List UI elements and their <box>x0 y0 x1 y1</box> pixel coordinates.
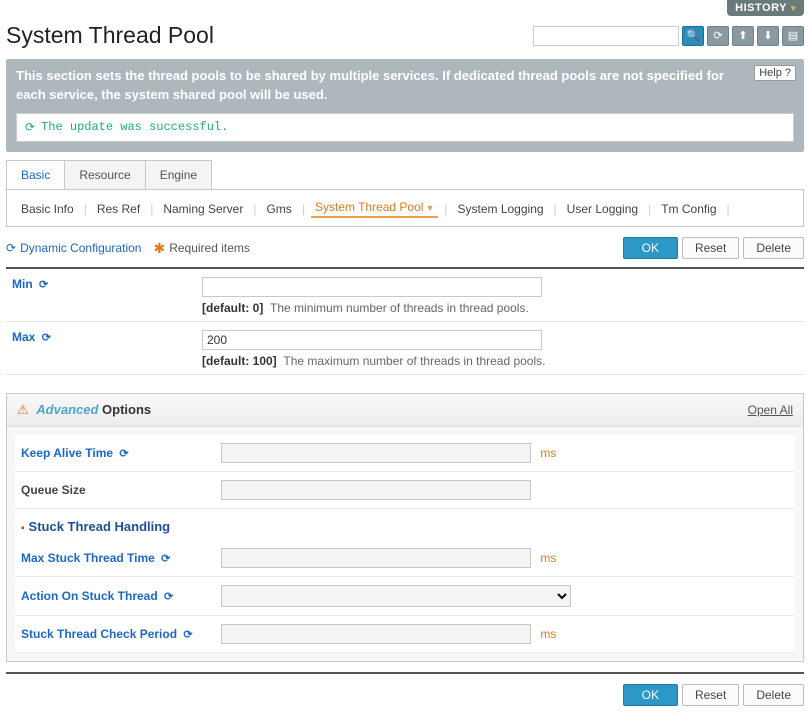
queue-size-input[interactable] <box>221 480 531 500</box>
action-on-stuck-label: Action On Stuck Thread ⟳ <box>15 576 215 615</box>
help-button[interactable]: Help ? <box>754 65 796 81</box>
legend-dynamic: ⟳ Dynamic Configuration <box>6 241 141 255</box>
open-all-link[interactable]: Open All <box>748 403 793 417</box>
subnav-basic-info[interactable]: Basic Info <box>17 202 78 216</box>
history-label: HISTORY <box>735 2 787 14</box>
sub-navigation: Basic Info| Res Ref| Naming Server| Gms|… <box>17 200 793 218</box>
refresh-button[interactable]: ⟳ <box>707 26 729 46</box>
advanced-options-panel: ⚠ Advanced Options Open All Keep Alive T… <box>6 393 804 662</box>
import-xml-button[interactable]: ⬇ <box>757 26 779 46</box>
section-marker-icon: ▪ <box>21 523 25 534</box>
delete-button-footer[interactable]: Delete <box>743 684 804 706</box>
sync-icon: ⟳ <box>6 241 16 255</box>
subnav-gms[interactable]: Gms <box>262 202 295 216</box>
min-label: Min ⟳ <box>6 269 196 322</box>
warning-icon: ⚠ <box>17 402 29 417</box>
sync-icon: ⟳ <box>119 448 128 460</box>
sync-icon: ⟳ <box>183 629 192 641</box>
main-tabs: Basic Resource Engine <box>6 160 804 189</box>
sync-icon: ⟳ <box>39 279 48 291</box>
history-button[interactable]: HISTORY ▾ <box>727 0 804 16</box>
min-hint: [default: 0] The minimum number of threa… <box>202 301 798 315</box>
keep-alive-input[interactable] <box>221 443 531 463</box>
sync-icon: ⟳ <box>42 332 51 344</box>
tab-engine[interactable]: Engine <box>145 160 212 189</box>
keep-alive-unit: ms <box>540 446 556 460</box>
max-stuck-unit: ms <box>540 551 556 565</box>
ok-button-footer[interactable]: OK <box>623 684 678 706</box>
ok-button[interactable]: OK <box>623 237 678 259</box>
max-stuck-label: Max Stuck Thread Time ⟳ <box>15 540 215 577</box>
keep-alive-label: Keep Alive Time ⟳ <box>15 435 215 472</box>
footer-divider <box>6 672 804 674</box>
subnav-user-logging[interactable]: User Logging <box>563 202 642 216</box>
max-label: Max ⟳ <box>6 321 196 374</box>
status-text: The update was successful. <box>41 120 228 134</box>
subnav-naming-server[interactable]: Naming Server <box>159 202 247 216</box>
search-icon: 🔍 <box>686 29 700 42</box>
search-button[interactable]: 🔍 <box>682 26 704 46</box>
doc-icon: ▤ <box>788 29 798 42</box>
success-icon: ⟳ <box>25 120 35 135</box>
delete-button[interactable]: Delete <box>743 237 804 259</box>
banner-text: This section sets the thread pools to be… <box>16 67 794 105</box>
check-period-input[interactable] <box>221 624 531 644</box>
min-input[interactable] <box>202 277 542 297</box>
search-input[interactable] <box>533 26 679 46</box>
chevron-down-icon: ▾ <box>791 3 796 14</box>
action-on-stuck-select[interactable] <box>221 585 571 607</box>
status-message: ⟳ The update was successful. <box>16 113 794 142</box>
xml-doc-button[interactable]: ▤ <box>782 26 804 46</box>
description-banner: This section sets the thread pools to be… <box>6 59 804 152</box>
max-hint: [default: 100] The maximum number of thr… <box>202 354 798 368</box>
refresh-icon: ⟳ <box>713 29 722 42</box>
dropdown-icon: ▼ <box>425 203 434 213</box>
sync-icon: ⟳ <box>161 553 170 565</box>
asterisk-icon: ✱ <box>153 241 165 255</box>
upload-icon: ⬆ <box>738 29 747 42</box>
check-period-label: Stuck Thread Check Period ⟳ <box>15 615 215 652</box>
page-title: System Thread Pool <box>6 22 214 49</box>
subnav-system-logging[interactable]: System Logging <box>453 202 547 216</box>
export-xml-button[interactable]: ⬆ <box>732 26 754 46</box>
legend-required: ✱ Required items <box>153 241 249 255</box>
reset-button-footer[interactable]: Reset <box>682 684 739 706</box>
download-icon: ⬇ <box>763 29 772 42</box>
queue-size-label: Queue Size <box>15 471 215 508</box>
sync-icon: ⟳ <box>164 591 173 603</box>
subnav-res-ref[interactable]: Res Ref <box>93 202 144 216</box>
max-input[interactable] <box>202 330 542 350</box>
subnav-system-thread-pool[interactable]: System Thread Pool▼ <box>311 200 438 218</box>
tab-resource[interactable]: Resource <box>64 160 145 189</box>
stuck-thread-section-header: ▪Stuck Thread Handling <box>15 509 795 540</box>
tab-basic[interactable]: Basic <box>6 160 65 189</box>
subnav-tm-config[interactable]: Tm Config <box>657 202 720 216</box>
reset-button[interactable]: Reset <box>682 237 739 259</box>
check-period-unit: ms <box>540 627 556 641</box>
advanced-title: ⚠ Advanced Options <box>17 402 151 418</box>
max-stuck-input[interactable] <box>221 548 531 568</box>
